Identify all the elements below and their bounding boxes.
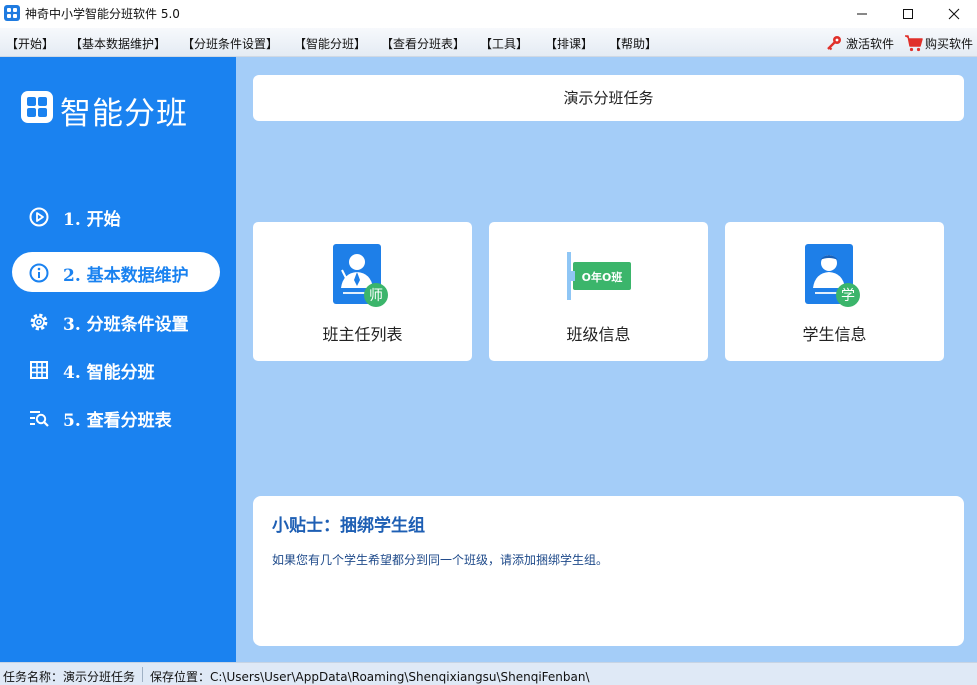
- svg-text:师: 师: [369, 288, 383, 304]
- maximize-icon: [903, 9, 913, 19]
- close-icon: [948, 8, 960, 20]
- brand-title: 智能分班: [60, 96, 188, 132]
- sidebar-item-label: 2. 基本数据维护: [63, 266, 189, 286]
- menu-start[interactable]: 【开始】: [6, 35, 54, 52]
- sidebar-item-basic-data[interactable]: 2. 基本数据维护: [12, 252, 220, 292]
- svg-text:学: 学: [841, 288, 855, 304]
- status-bar: 任务名称：演示分班任务 保存位置：C:\Users\User\AppData\R…: [0, 662, 977, 685]
- menu-bar: 【开始】 【基本数据维护】 【分班条件设置】 【智能分班】 【查看分班表】 【工…: [0, 28, 977, 57]
- card-label: 学生信息: [802, 325, 867, 344]
- menu-tools[interactable]: 【工具】: [480, 35, 528, 52]
- menu-smart-assign[interactable]: 【智能分班】: [294, 35, 366, 52]
- status-divider: [142, 667, 143, 682]
- sidebar-item-conditions[interactable]: 3. 分班条件设置: [12, 301, 220, 341]
- app-logo-icon: [4, 5, 20, 21]
- task-name-box: 演示分班任务: [253, 75, 964, 121]
- card-label: 班主任列表: [322, 325, 403, 344]
- title-bar: 神奇中小学智能分班软件 5.0: [0, 0, 977, 28]
- sidebar-item-smart-assign[interactable]: 4. 智能分班: [12, 349, 220, 389]
- sidebar-item-label: 3. 分班条件设置: [63, 315, 189, 335]
- menu-view-table[interactable]: 【查看分班表】: [381, 35, 465, 52]
- menu-conditions[interactable]: 【分班条件设置】: [182, 35, 278, 52]
- cart-icon: [905, 35, 923, 52]
- status-task-name: 任务名称：演示分班任务: [3, 670, 136, 684]
- gear-icon: [30, 313, 48, 331]
- minimize-icon: [857, 13, 867, 15]
- tips-body: 如果您有几个学生希望都分到同一个班级，请添加捆绑学生组。: [272, 553, 609, 567]
- status-save-path: 保存位置：C:\Users\User\AppData\Roaming\Shenq…: [150, 670, 590, 684]
- teacher-icon: 师: [333, 244, 388, 307]
- sidebar-item-label: 5. 查看分班表: [63, 411, 172, 431]
- brand-logo-icon: [21, 91, 53, 123]
- student-icon: 学: [805, 244, 860, 307]
- menu-basic-data[interactable]: 【基本数据维护】: [70, 35, 166, 52]
- class-info-card[interactable]: O年O班 班级信息: [489, 222, 708, 361]
- sidebar-item-start[interactable]: 1. 开始: [12, 196, 220, 236]
- menu-help[interactable]: 【帮助】: [609, 35, 657, 52]
- menu-schedule[interactable]: 【排课】: [545, 35, 593, 52]
- student-info-card[interactable]: 学 学生信息: [725, 222, 944, 361]
- close-button[interactable]: [931, 0, 977, 28]
- sidebar-item-label: 4. 智能分班: [63, 363, 155, 383]
- class-sign-icon: O年O班: [567, 252, 631, 300]
- info-circle-icon: [29, 263, 49, 283]
- key-icon: [827, 36, 841, 51]
- teacher-list-card[interactable]: 师 班主任列表: [253, 222, 472, 361]
- tips-panel: 小贴士：捆绑学生组 如果您有几个学生希望都分到同一个班级，请添加捆绑学生组。: [253, 496, 964, 646]
- play-circle-icon: [29, 207, 49, 227]
- window-title: 神奇中小学智能分班软件 5.0: [25, 7, 180, 21]
- svg-text:O年O班: O年O班: [582, 270, 623, 284]
- maximize-button[interactable]: [885, 0, 931, 28]
- search-list-icon: [30, 411, 49, 427]
- card-label: 班级信息: [566, 325, 631, 344]
- sidebar-item-label: 1. 开始: [63, 210, 121, 230]
- sidebar: 智能分班 1. 开始 2. 基本数据维护 3. 分班条件设置 4. 智能分班 5…: [0, 57, 236, 662]
- table-icon: [30, 361, 48, 379]
- sidebar-item-view-table[interactable]: 5. 查看分班表: [12, 397, 220, 437]
- main-panel: 演示分班任务 师 班主任列表 O年O班 班级信息 学 学生信息 小贴士：捆绑学生…: [236, 57, 977, 662]
- tips-title: 小贴士：捆绑学生组: [272, 516, 425, 536]
- buy-label: 购买软件: [925, 37, 974, 51]
- minimize-button[interactable]: [839, 0, 885, 28]
- activate-label: 激活软件: [846, 37, 895, 51]
